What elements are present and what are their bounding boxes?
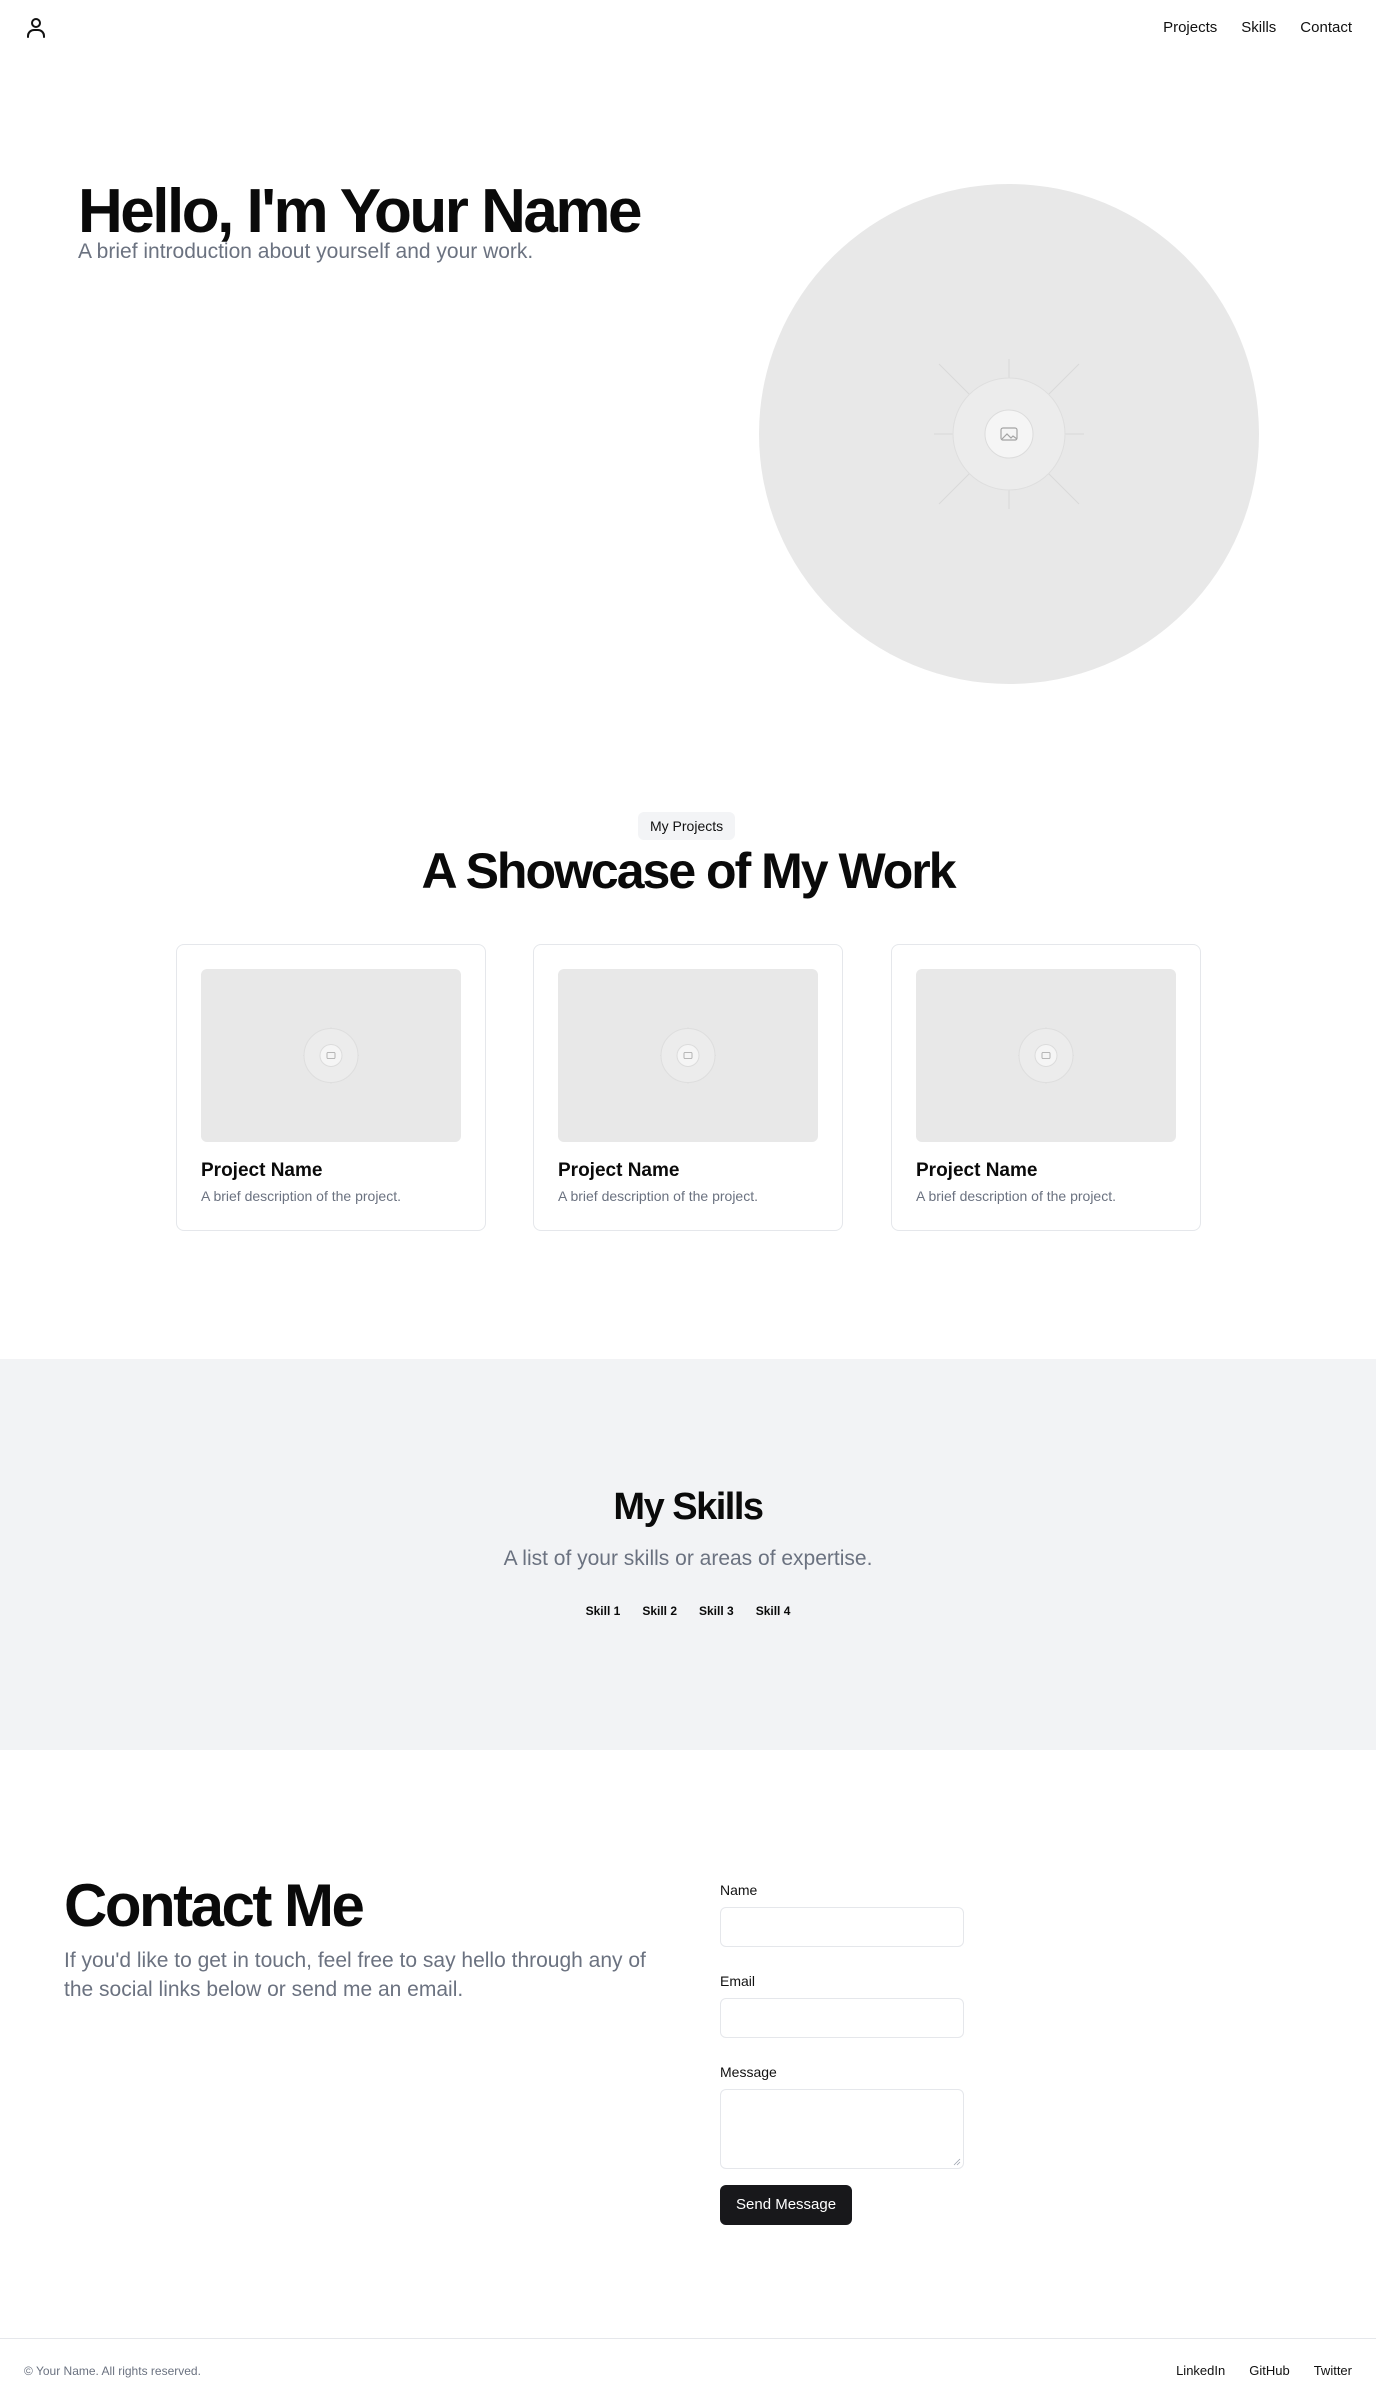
project-card[interactable]: Project Name A brief description of the … [176,944,486,1231]
project-image-placeholder [558,969,818,1142]
project-description: A brief description of the project. [201,1188,401,1204]
hero-subtitle: A brief introduction about yourself and … [78,240,534,263]
contact-title: Contact Me [64,1872,365,1939]
skill-item: Skill 3 [699,1604,734,1618]
project-image-placeholder [201,969,461,1142]
nav-link-projects[interactable]: Projects [1163,18,1217,38]
skill-item: Skill 1 [585,1604,621,1618]
skill-item: Skill 4 [755,1604,791,1618]
project-card[interactable]: Project Name A brief description of the … [533,944,843,1231]
project-description: A brief description of the project. [558,1188,758,1204]
projects-badge: My Projects [638,812,736,840]
skills-section: My Skills A list of your skills or areas… [0,1359,1376,1750]
footer-link-twitter[interactable]: Twitter [1314,2362,1352,2380]
nav-link-contact[interactable]: Contact [1300,18,1352,38]
footer-link-linkedin[interactable]: LinkedIn [1176,2362,1225,2380]
image-placeholder-icon [934,359,1084,509]
name-field[interactable] [720,1907,964,1947]
project-name: Project Name [558,1160,680,1181]
skill-item: Skill 2 [642,1604,677,1618]
footer-links: LinkedIn GitHub Twitter [1176,2362,1352,2380]
skills-subtitle: A list of your skills or areas of expert… [503,1547,873,1570]
project-card[interactable]: Project Name A brief description of the … [891,944,1201,1231]
main-nav: Projects Skills Contact [1163,18,1352,38]
hero-image-placeholder [759,184,1259,684]
site-footer: © Your Name. All rights reserved. Linked… [0,2338,1376,2403]
image-placeholder-icon [660,1027,716,1084]
image-placeholder-icon [303,1027,359,1084]
email-label: Email [720,1973,756,1989]
project-name: Project Name [201,1160,323,1181]
project-name: Project Name [916,1160,1038,1181]
user-icon[interactable] [24,16,48,40]
send-message-button[interactable]: Send Message [720,2185,853,2225]
contact-form: Name Email Message Send Message [720,1880,964,2225]
nav-link-skills[interactable]: Skills [1241,18,1276,38]
skills-list: Skill 1 Skill 2 Skill 3 Skill 4 [0,1603,1376,1619]
message-field[interactable] [720,2089,964,2169]
name-label: Name [720,1882,758,1898]
contact-subtitle: If you'd like to get in touch, feel free… [64,1949,646,2001]
email-field[interactable] [720,1998,964,2038]
project-image-placeholder [916,969,1176,1142]
projects-title: A Showcase of My Work [421,843,956,899]
footer-link-github[interactable]: GitHub [1249,2362,1289,2380]
copyright-text: © Your Name. All rights reserved. [24,2364,201,2378]
resize-handle-icon[interactable] [953,2158,961,2166]
image-placeholder-icon [1018,1027,1074,1084]
skills-title: My Skills [613,1486,764,1528]
site-header: Projects Skills Contact [0,0,1376,56]
message-label: Message [720,2064,777,2080]
project-description: A brief description of the project. [916,1188,1116,1204]
